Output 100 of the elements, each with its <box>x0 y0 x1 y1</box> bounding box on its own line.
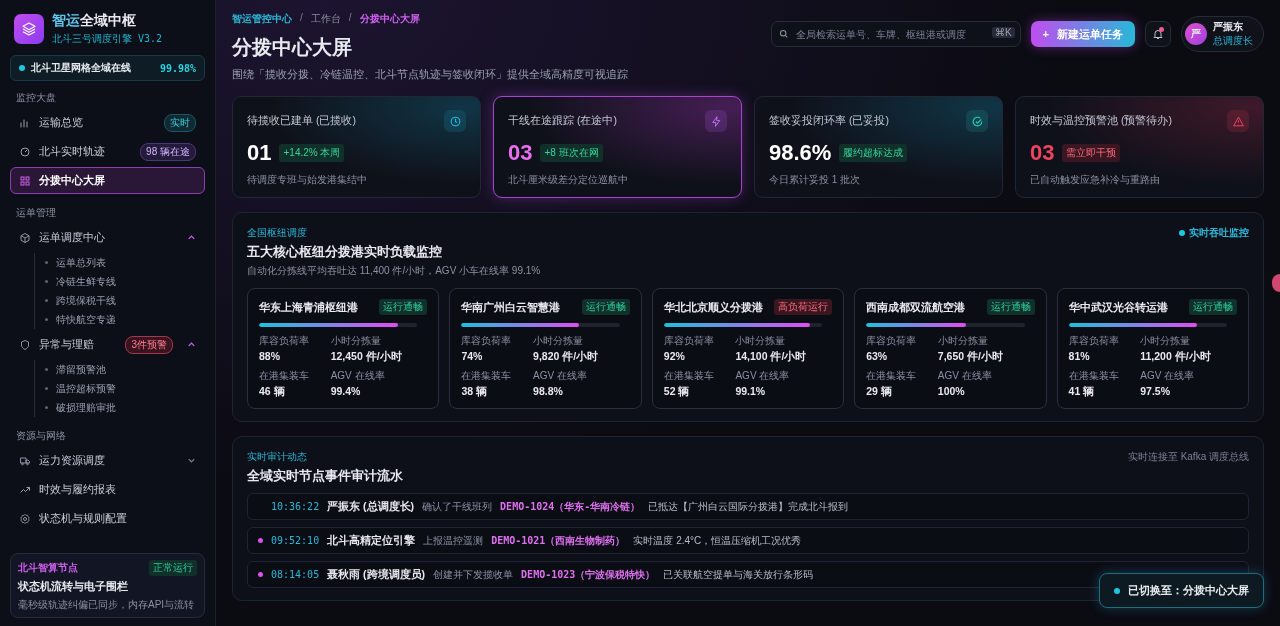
toast-notification: 已切换至：分拨中心大屏 <box>1099 573 1264 608</box>
stat-value: 41 辆 <box>1068 385 1096 399</box>
event-actor: 北斗高精定位引擎 <box>327 533 416 548</box>
kpi-badge: 需立即干预 <box>1062 144 1121 162</box>
stat-value: 74% <box>461 350 484 362</box>
chevron-icon <box>187 340 196 349</box>
section-title: 全域实时节点事件审计流水 <box>247 467 403 485</box>
hub-name: 华东上海青浦枢纽港 <box>259 299 358 315</box>
nav-badge: 3件预警 <box>125 335 173 354</box>
nav-subitem[interactable]: 运单总列表 <box>45 253 205 272</box>
node-card-text: 毫秒级轨迹纠偏已同步，内存API与流转 <box>18 598 195 612</box>
stat-value: 38 辆 <box>461 385 488 399</box>
shortcut-hint: ⌘K <box>991 27 1015 38</box>
stat-value: 99.4% <box>330 385 362 397</box>
event-actor: 聂秋雨 (跨境调度员) <box>327 567 426 582</box>
user-avatar: 严 <box>1185 23 1207 45</box>
page-subtitle: 围绕「揽收分拨、冷链温控、北斗节点轨迹与签收闭环」提供全域高精度可视追踪 <box>232 68 628 82</box>
breadcrumb-separator: / <box>300 12 303 25</box>
hub-status-badge: 运行通畅 <box>986 299 1035 315</box>
nav-subitem[interactable]: 温控超标预警 <box>45 379 205 398</box>
brand-title: 智运全域中枢 <box>52 12 137 30</box>
breadcrumb-link[interactable]: 分拨中心大屏 <box>359 12 420 26</box>
kpi-badge: +14.2% 本周 <box>279 144 345 162</box>
search-icon <box>778 29 789 39</box>
notification-button[interactable] <box>1145 21 1171 47</box>
network-status-bar: 北斗卫星网格全域在线 99.98% <box>10 55 205 81</box>
nav-subitem[interactable]: 破损理赔审批 <box>45 398 205 417</box>
nav-item[interactable]: 运输总览 实时 <box>10 109 205 136</box>
stat-label: 小时分拣量 <box>533 334 585 348</box>
nav-item[interactable]: 状态机与规则配置 <box>10 505 205 532</box>
nav-item[interactable]: 分拨中心大屏 <box>10 167 205 194</box>
nav-item[interactable]: 异常与理赔 3件预警 <box>10 331 205 358</box>
stat-label: 在港集装车 <box>1068 369 1120 383</box>
kpi-card[interactable]: 签收妥投闭环率 (已妥投) 98.6% 履约超标达成 今日累计妥投 1 批次 <box>754 96 1003 198</box>
stat-value: 46 辆 <box>259 385 286 399</box>
breadcrumb-link[interactable]: 工作台 <box>310 12 341 26</box>
nav-item[interactable]: 运单调度中心 <box>10 224 205 251</box>
gauge-icon <box>19 145 31 158</box>
page-title: 分拨中心大屏 <box>232 35 353 60</box>
stat-value: 97.5% <box>1140 385 1171 397</box>
stat-label: 小时分拣量 <box>937 334 989 348</box>
section-title: 五大核心枢纽分拨港实时负载监控 <box>247 243 443 261</box>
kpi-value: 03 <box>508 140 533 166</box>
kpi-note: 北斗厘米级差分定位巡航中 <box>508 173 629 187</box>
kpi-value: 01 <box>247 140 272 166</box>
stat-value: 52 辆 <box>663 385 691 399</box>
event-action: 创建并下发揽收单 <box>433 567 514 582</box>
event-result: 已关联航空提单与海关放行条形码 <box>663 567 814 582</box>
hub-name: 华南广州白云智慧港 <box>461 299 561 315</box>
truck-icon <box>19 454 31 467</box>
logo-icon <box>14 14 44 44</box>
nav-item[interactable]: 北斗实时轨迹 98 辆在途 <box>10 138 205 165</box>
kpi-card[interactable]: 待揽收已建单 (已揽收) 01 +14.2% 本周 待调度专班与始发港集结中 <box>232 96 481 198</box>
stat-label: 库容负荷率 <box>663 334 715 348</box>
kpi-value: 98.6% <box>769 140 832 166</box>
event-code: DEMO-1023（宁波保税特快） <box>521 567 656 582</box>
stat-label: 库容负荷率 <box>866 334 918 348</box>
stat-label: AGV 在线率 <box>1140 369 1196 383</box>
breadcrumb-separator: / <box>348 12 352 25</box>
nav-subitem[interactable]: 跨境保税干线 <box>45 291 205 310</box>
event-time: 08:14:05 <box>271 569 320 580</box>
event-time: 09:52:10 <box>271 535 320 546</box>
stat-value: 9,820 件/小时 <box>533 350 600 364</box>
stat-value: 12,450 件/小时 <box>330 350 403 364</box>
stat-label: 在港集装车 <box>663 369 715 383</box>
nav-item[interactable]: 时效与履约报表 <box>10 476 205 503</box>
new-task-button[interactable]: + 新建运单任务 <box>1030 21 1135 47</box>
kpi-card[interactable]: 干线在途跟踪 (在途中) 03 +8 班次在网 北斗厘米级差分定位巡航中 <box>493 96 742 198</box>
kpi-value: 03 <box>1030 140 1055 166</box>
brand-subtitle: 北斗三号调度引擎 V3.2 <box>52 32 163 46</box>
user-name: 严振东 <box>1213 20 1244 34</box>
kpi-badge: 履约超标达成 <box>839 144 908 162</box>
live-indicator: 实时吞吐监控 <box>1179 226 1249 240</box>
warning-icon <box>1227 110 1249 132</box>
breadcrumb-link[interactable]: 智运管控中心 <box>232 12 292 26</box>
nav-subitem[interactable]: 滞留预警池 <box>45 360 205 379</box>
lightning-icon <box>705 110 727 132</box>
user-menu[interactable]: 严 严振东 总调度长 <box>1181 16 1264 52</box>
stat-label: 库容负荷率 <box>1068 334 1120 348</box>
hub-name: 华中武汉光谷转运港 <box>1068 299 1168 315</box>
stat-value: 98.8% <box>533 385 564 397</box>
event-code: DEMO-1024（华东-华南冷链） <box>500 499 641 514</box>
kpi-badge: +8 班次在网 <box>540 144 603 162</box>
node-card-title: 北斗智算节点 <box>18 561 78 575</box>
kpi-note: 已自动触发应急补冷与重路由 <box>1030 173 1161 187</box>
hub-status-badge: 运行通畅 <box>379 299 428 315</box>
hub-name: 华北北京顺义分拨港 <box>663 299 763 315</box>
nav-group-title: 运单管理 <box>16 206 57 220</box>
kpi-note: 今日累计妥投 1 批次 <box>769 173 862 187</box>
section-eyebrow: 全国枢纽调度 <box>247 226 308 240</box>
nav-subitem[interactable]: 特快航空专递 <box>45 310 205 329</box>
kpi-title: 待揽收已建单 (已揽收) <box>247 114 356 128</box>
kpi-card[interactable]: 时效与温控预警池 (预警待办) 03 需立即干预 已自动触发应急补冷与重路由 <box>1015 96 1264 198</box>
stat-value: 99.1% <box>735 385 767 397</box>
kpi-title: 时效与温控预警池 (预警待办) <box>1030 114 1172 128</box>
nav-item[interactable]: 运力资源调度 <box>10 447 205 474</box>
event-code: DEMO-1021（西南生物制药） <box>491 533 626 548</box>
nav-subitem[interactable]: 冷链生鲜专线 <box>45 272 205 291</box>
hub-name: 西南成都双流航空港 <box>866 299 966 315</box>
stat-value: 14,100 件/小时 <box>735 350 808 364</box>
